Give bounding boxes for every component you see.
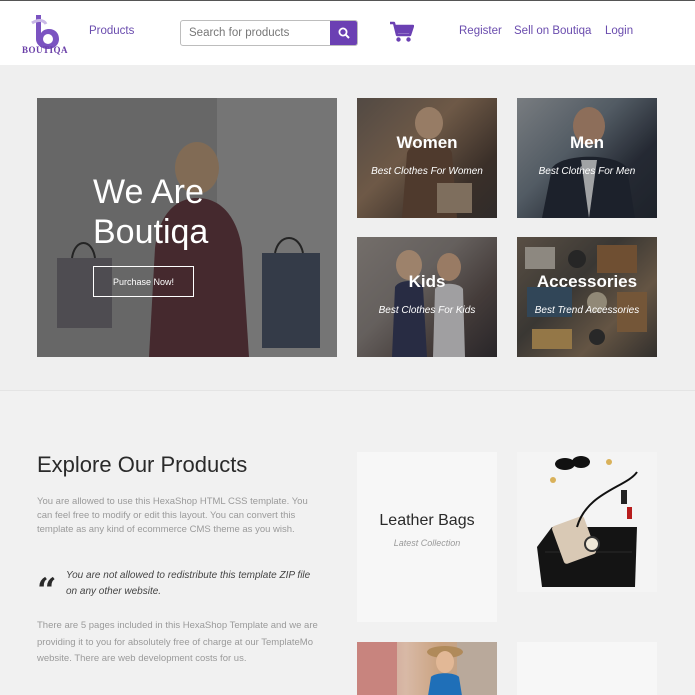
leather-bags-title: Leather Bags xyxy=(379,512,475,529)
kids-subtitle: Best Clothes For Kids xyxy=(378,305,476,316)
women-overlay xyxy=(357,98,497,218)
search-bar xyxy=(180,20,358,46)
category-men-card[interactable]: Men Best Clothes For Men xyxy=(517,98,657,218)
explore-paragraph-1: You are allowed to use this HexaShop HTM… xyxy=(37,496,308,536)
nav-register-link[interactable]: Register xyxy=(459,25,502,37)
nav-products-link[interactable]: Products xyxy=(89,25,134,37)
search-button[interactable] xyxy=(330,21,357,45)
hero-title-line2: Boutiqa xyxy=(93,213,209,251)
women-title: Women xyxy=(396,133,458,152)
hero-title: We Are Boutiqa xyxy=(93,172,208,252)
category-accessories-card[interactable]: Accessories Best Trend Accessories xyxy=(517,237,657,357)
hero-title-line1: We Are xyxy=(93,173,204,211)
hero-banner: We Are Boutiqa Purchase Now! xyxy=(37,98,337,357)
kids-overlay xyxy=(357,237,497,357)
search-input[interactable] xyxy=(181,21,331,45)
women-subtitle: Best Clothes For Women xyxy=(371,166,483,177)
product-tile-placeholder xyxy=(517,642,657,695)
handbag-image xyxy=(517,452,657,592)
kids-title: Kids xyxy=(408,272,446,291)
search-icon xyxy=(338,27,350,39)
explore-paragraph-2: There are 5 pages included in this HexaS… xyxy=(37,620,318,665)
nav-login-link[interactable]: Login xyxy=(605,25,633,37)
site-header: BOUTIQA Products Register Sell on Boutiq… xyxy=(0,1,695,65)
leather-bags-tile[interactable]: Leather Bags Latest Collection xyxy=(357,452,497,622)
category-kids-card[interactable]: Kids Best Clothes For Kids xyxy=(357,237,497,357)
woman-hat-product-image[interactable] xyxy=(357,642,497,695)
men-overlay xyxy=(517,98,657,218)
accessories-subtitle: Best Trend Accessories xyxy=(534,305,640,316)
accessories-overlay xyxy=(517,237,657,357)
cart-icon[interactable] xyxy=(389,21,414,43)
category-women-card[interactable]: Women Best Clothes For Women xyxy=(357,98,497,218)
men-title: Men xyxy=(570,133,604,152)
accessories-title: Accessories xyxy=(536,272,638,291)
explore-quote: You are not allowed to redistribute this… xyxy=(66,570,311,597)
leather-bags-subtitle: Latest Collection xyxy=(393,538,461,548)
purchase-now-button[interactable]: Purchase Now! xyxy=(93,266,194,297)
woman-hat-image xyxy=(357,642,497,695)
bag-product-image[interactable] xyxy=(517,452,657,592)
quote-icon: “ xyxy=(37,571,57,611)
section-divider xyxy=(0,390,695,391)
nav-sell-link[interactable]: Sell on Boutiqa xyxy=(514,25,591,37)
men-subtitle: Best Clothes For Men xyxy=(538,166,636,177)
logo-text: BOUTIQA xyxy=(22,45,69,55)
explore-title: Explore Our Products xyxy=(37,452,248,477)
